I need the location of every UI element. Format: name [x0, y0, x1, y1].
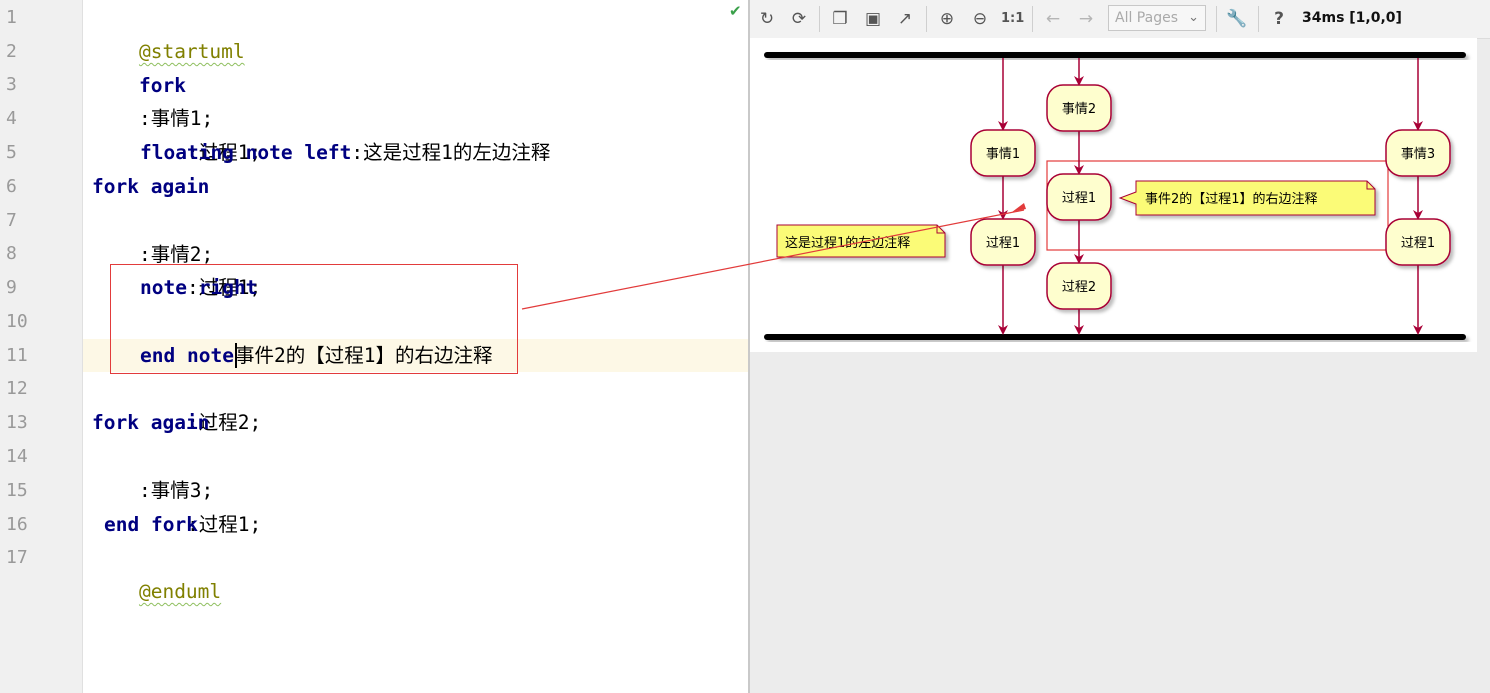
- pages-select[interactable]: All Pages ⌄: [1108, 5, 1206, 31]
- highlight-box: [110, 264, 518, 374]
- activity: 事情2: [1046, 84, 1112, 132]
- forward-arrow-icon[interactable]: →: [1075, 8, 1097, 30]
- fork-bar: [764, 52, 1466, 58]
- code-token: again: [150, 411, 210, 434]
- annotation-arrowhead: [1012, 203, 1026, 212]
- toolbar-separator: [926, 6, 927, 32]
- line-number: 6: [6, 176, 17, 197]
- line-number: 7: [6, 210, 17, 231]
- line-number: 17: [6, 547, 28, 568]
- code-token: fork: [92, 411, 139, 434]
- line-number: 1: [6, 7, 17, 28]
- export-icon[interactable]: ↗: [894, 8, 916, 30]
- code-token: end: [104, 513, 140, 536]
- activity: 过程1: [970, 218, 1036, 266]
- back-arrow-icon[interactable]: ←: [1042, 8, 1064, 30]
- activity-label: 过程2: [1062, 280, 1096, 295]
- line-number: 10: [6, 311, 28, 332]
- code-token: again: [150, 175, 210, 198]
- check-icon: ✔: [729, 2, 742, 20]
- settings-wrench-icon[interactable]: 🔧: [1226, 8, 1248, 30]
- line-number: 3: [6, 74, 17, 95]
- code-token: floating: [140, 141, 234, 164]
- code-line[interactable]: :事情1;: [92, 68, 213, 130]
- toolbar-separator: [1216, 6, 1217, 32]
- preview-toolbar: ↻ ⟳ ❐ ▣ ↗ ⊕ ⊖ 1:1 ← → All Pages ⌄ 🔧 ? 34…: [750, 0, 1490, 39]
- code-line[interactable]: :事情3;: [92, 440, 213, 502]
- line-number: 2: [6, 41, 17, 62]
- zoom-out-icon[interactable]: ⊖: [969, 8, 991, 30]
- code-line[interactable]: end fork: [104, 508, 198, 542]
- activity-label: 过程1: [1401, 236, 1435, 251]
- toolbar-separator: [1032, 6, 1033, 32]
- code-line[interactable]: fork: [92, 35, 186, 97]
- code-line[interactable]: :过程1;: [140, 102, 261, 164]
- code-token: fork: [92, 175, 139, 198]
- code-line[interactable]: floating note left:这是过程1的左边注释: [140, 136, 550, 170]
- activity: 过程1: [1385, 218, 1451, 266]
- join-bar: [764, 334, 1466, 340]
- activity: 事情3: [1385, 129, 1451, 177]
- line-number: 5: [6, 142, 17, 163]
- toolbar-separator: [819, 6, 820, 32]
- line-number: 11: [6, 345, 28, 366]
- line-number: 15: [6, 480, 28, 501]
- code-line[interactable]: :过程2;: [140, 372, 261, 434]
- zoom-in-icon[interactable]: ⊕: [936, 8, 958, 30]
- copy-icon[interactable]: ❐: [829, 8, 851, 30]
- line-number: 9: [6, 277, 17, 298]
- code-token: note: [245, 141, 293, 164]
- code-token: :过程1;: [186, 513, 262, 536]
- note-right: 事件2的【过程1】的右边注释: [1118, 180, 1376, 216]
- note-left: 这是过程1的左边注释: [776, 224, 946, 258]
- chevron-down-icon: ⌄: [1188, 10, 1199, 25]
- activity-label: 事情1: [986, 147, 1020, 162]
- code-token: fork: [150, 513, 198, 536]
- activity-diagram: 事情1 过程1 事情2 过程1 过程2 事情3 过程1 这是过程1的左边注释 事…: [764, 52, 1466, 340]
- line-number: 4: [6, 108, 17, 129]
- activity-label: 事情2: [1062, 102, 1096, 117]
- activity-label: 过程1: [1062, 191, 1096, 206]
- line-number: 14: [6, 446, 28, 467]
- note-text: 这是过程1的左边注释: [785, 235, 910, 251]
- note-text: 事件2的【过程1】的右边注释: [1145, 191, 1318, 207]
- actual-size-icon[interactable]: 1:1: [1001, 8, 1024, 30]
- activity: 事情1: [970, 129, 1036, 177]
- code-line[interactable]: fork again: [92, 406, 209, 440]
- code-token: left: [304, 141, 352, 164]
- refresh-icon[interactable]: ↻: [756, 8, 778, 30]
- pages-select-value: All Pages: [1115, 10, 1178, 26]
- activity: 过程1: [1046, 173, 1112, 221]
- line-number: 8: [6, 243, 17, 264]
- line-number-gutter: 1 2 3 4 5 6 7 8 9 10 11 12 13 14 15 16 1…: [0, 0, 83, 693]
- activity: 过程2: [1046, 262, 1112, 310]
- code-line[interactable]: :过程1;: [140, 474, 261, 536]
- render-timing: 34ms [1,0,0]: [1302, 10, 1402, 26]
- code-token: @enduml: [138, 580, 222, 603]
- code-line[interactable]: @startuml: [92, 1, 245, 63]
- toolbar-separator: [1258, 6, 1259, 32]
- code-editor[interactable]: 1 2 3 4 5 6 7 8 9 10 11 12 13 14 15 16 1…: [0, 0, 748, 693]
- diagram-preview-panel: ↻ ⟳ ❐ ▣ ↗ ⊕ ⊖ 1:1 ← → All Pages ⌄ 🔧 ? 34…: [750, 0, 1490, 693]
- activity-label: 过程1: [986, 236, 1020, 251]
- code-line[interactable]: @enduml: [92, 541, 221, 603]
- line-number: 12: [6, 378, 28, 399]
- help-icon[interactable]: ?: [1268, 8, 1290, 30]
- code-line[interactable]: fork again: [92, 170, 209, 204]
- sync-icon[interactable]: ⟳: [788, 8, 810, 30]
- line-number: 16: [6, 514, 28, 535]
- code-line[interactable]: :事情2;: [92, 204, 213, 266]
- diagram-canvas: 事情1 过程1 事情2 过程1 过程2 事情3 过程1 这是过程1的左边注释 事…: [750, 38, 1477, 352]
- save-icon[interactable]: ▣: [862, 8, 884, 30]
- activity-label: 事情3: [1401, 147, 1435, 162]
- code-token: :这是过程1的左边注释: [351, 141, 551, 164]
- line-number: 13: [6, 412, 28, 433]
